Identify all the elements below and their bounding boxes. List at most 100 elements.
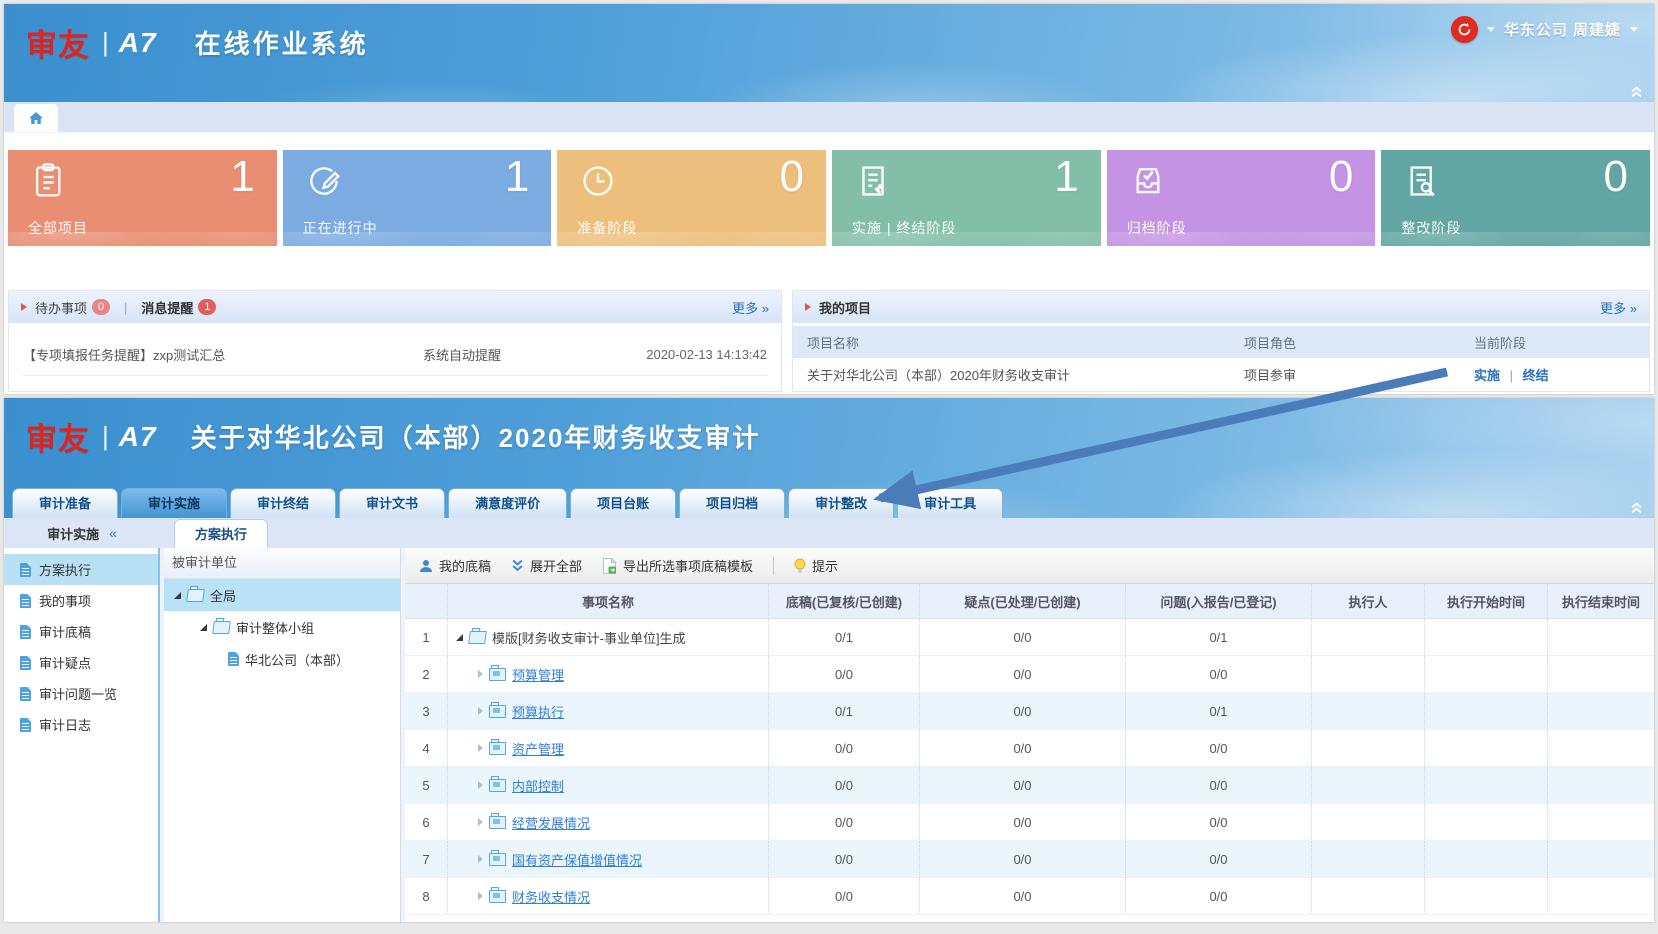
stat-card-archive[interactable]: 0 归档阶段 bbox=[1107, 150, 1376, 246]
tree-node-global[interactable]: 全局 bbox=[164, 579, 400, 611]
brand-divider: | bbox=[102, 27, 109, 58]
tree-panel-header: 被审计单位 bbox=[164, 548, 400, 579]
export-draft-template-button[interactable]: 导出所选事项底稿模板 bbox=[602, 556, 753, 575]
message-title[interactable]: 【专项填报任务提醒】zxp测试汇总 bbox=[23, 345, 423, 364]
tree-node-audit-group[interactable]: 审计整体小组 bbox=[164, 611, 400, 643]
expanded-arrow-icon[interactable] bbox=[200, 624, 207, 631]
table-row[interactable]: 2 预算管理 0/0 0/0 0/0 bbox=[405, 656, 1654, 693]
dashboard-header: 审友 | A7 在线作业系统 华东公司 周建婕 bbox=[4, 4, 1654, 102]
table-row[interactable]: 1 模版[财务收支审计-事业单位]生成 0/1 0/0 0/1 bbox=[405, 619, 1654, 656]
tab-audit-documents[interactable]: 审计文书 bbox=[339, 488, 445, 518]
column-matter-name: 事项名称 bbox=[448, 584, 769, 618]
project-window: 审友 | A7 关于对华北公司（本部）2020年财务收支审计 审计准备 审计实施… bbox=[4, 398, 1654, 922]
tab-satisfaction-evaluation[interactable]: 满意度评价 bbox=[448, 488, 567, 518]
open-folder-icon bbox=[186, 589, 205, 602]
tab-project-archive[interactable]: 项目归档 bbox=[679, 488, 785, 518]
matter-name-link[interactable]: 经营发展情况 bbox=[512, 813, 590, 832]
expanded-arrow-icon[interactable] bbox=[174, 592, 181, 599]
table-row[interactable]: 5 内部控制 0/0 0/0 0/0 bbox=[405, 767, 1654, 804]
matter-name-link[interactable]: 预算执行 bbox=[512, 702, 564, 721]
project-title: 关于对华北公司（本部）2020年财务收支审计 bbox=[191, 418, 761, 455]
collapsed-arrow-icon[interactable] bbox=[478, 892, 483, 900]
subtab-plan-execution[interactable]: 方案执行 bbox=[174, 519, 268, 549]
projects-table-header: 项目名称 项目角色 当前阶段 bbox=[793, 326, 1649, 358]
sidebar-item-audit-log[interactable]: 审计日志 bbox=[4, 709, 158, 740]
tab-message-reminder[interactable]: 消息提醒 1 bbox=[141, 298, 216, 317]
doubt-count: 0/0 bbox=[920, 656, 1126, 692]
expand-all-button[interactable]: 展开全部 bbox=[511, 556, 582, 575]
chevron-down-icon[interactable] bbox=[1630, 27, 1638, 32]
start-time bbox=[1425, 878, 1548, 914]
stage-link-implement[interactable]: 实施 bbox=[1474, 368, 1500, 383]
tab-audit-tools[interactable]: 审计工具 bbox=[897, 488, 1003, 518]
matter-name-link[interactable]: 国有资产保值增值情况 bbox=[512, 850, 642, 869]
sidebar-collapse-button[interactable]: « bbox=[109, 525, 117, 541]
stat-label: 准备阶段 bbox=[577, 218, 637, 238]
expanded-arrow-icon[interactable] bbox=[456, 634, 463, 641]
collapse-header-button[interactable] bbox=[1629, 85, 1644, 98]
tab-audit-rectification[interactable]: 审计整改 bbox=[788, 488, 894, 518]
my-drafts-button[interactable]: 我的底稿 bbox=[419, 556, 491, 575]
matter-name-link[interactable]: 内部控制 bbox=[512, 776, 564, 795]
tab-audit-conclusion[interactable]: 审计终结 bbox=[230, 488, 336, 518]
tree-node-label: 审计整体小组 bbox=[236, 618, 314, 637]
collapsed-arrow-icon[interactable] bbox=[478, 855, 483, 863]
stat-label: 实施 | 终结阶段 bbox=[852, 218, 956, 238]
tab-todo-items[interactable]: 待办事项 0 bbox=[35, 298, 110, 317]
sidebar-item-audit-issues[interactable]: 审计问题一览 bbox=[4, 678, 158, 709]
sidebar: 方案执行 我的事项 审计底稿 审计疑点 审计问题一览 审计日志 bbox=[4, 548, 160, 922]
stat-card-all-projects[interactable]: 1 全部项目 bbox=[8, 150, 277, 246]
table-row[interactable]: 4 资产管理 0/0 0/0 0/0 bbox=[405, 730, 1654, 767]
tab-project-ledger[interactable]: 项目台账 bbox=[570, 488, 676, 518]
stage-link-conclude[interactable]: 终结 bbox=[1523, 368, 1549, 383]
document-icon bbox=[20, 594, 31, 608]
collapsed-arrow-icon[interactable] bbox=[478, 818, 483, 826]
sidebar-item-label: 方案执行 bbox=[39, 560, 91, 579]
stat-cards: 1 全部项目 1 正在进行中 0 准备阶段 bbox=[4, 133, 1654, 246]
tab-audit-implementation[interactable]: 审计实施 bbox=[121, 488, 227, 518]
sidebar-item-audit-doubts[interactable]: 审计疑点 bbox=[4, 647, 158, 678]
matter-name-link[interactable]: 资产管理 bbox=[512, 739, 564, 758]
matter-name-link[interactable]: 财务收支情况 bbox=[512, 887, 590, 906]
message-list-item[interactable]: 【专项填报任务提醒】zxp测试汇总 系统自动提醒 2020-02-13 14:1… bbox=[23, 333, 767, 376]
stat-card-implementation[interactable]: 1 实施 | 终结阶段 bbox=[832, 150, 1101, 246]
message-count-badge: 1 bbox=[198, 299, 216, 315]
sidebar-item-plan-execution[interactable]: 方案执行 bbox=[4, 554, 158, 585]
table-row[interactable]: 8 财务收支情况 0/0 0/0 0/0 bbox=[405, 878, 1654, 915]
table-row[interactable]: 6 经营发展情况 0/0 0/0 0/0 bbox=[405, 804, 1654, 841]
tree-node-north-china-company[interactable]: 华北公司（本部） bbox=[164, 643, 400, 675]
tab-home[interactable] bbox=[14, 104, 58, 132]
stat-card-in-progress[interactable]: 1 正在进行中 bbox=[283, 150, 552, 246]
panel-title: 我的项目 bbox=[819, 298, 871, 317]
sidebar-item-my-matters[interactable]: 我的事项 bbox=[4, 585, 158, 616]
collapsed-arrow-icon[interactable] bbox=[478, 744, 483, 752]
executor bbox=[1312, 804, 1425, 840]
chevron-down-icon[interactable] bbox=[1487, 27, 1495, 32]
matter-name-link[interactable]: 预算管理 bbox=[512, 665, 564, 684]
issue-count: 0/0 bbox=[1126, 730, 1312, 766]
table-row[interactable]: 3 预算执行 0/1 0/0 0/1 bbox=[405, 693, 1654, 730]
tab-audit-preparation[interactable]: 审计准备 bbox=[12, 488, 118, 518]
stage-separator: | bbox=[1510, 368, 1513, 383]
project-row[interactable]: 关于对华北公司（本部）2020年财务收支审计 项目参审 实施 | 终结 bbox=[793, 358, 1649, 391]
table-row[interactable]: 7 国有资产保值增值情况 0/0 0/0 0/0 bbox=[405, 841, 1654, 878]
sidebar-item-audit-drafts[interactable]: 审计底稿 bbox=[4, 616, 158, 647]
column-issues: 问题(入报告/已登记) bbox=[1126, 584, 1312, 618]
folder-icon bbox=[489, 890, 506, 903]
stat-card-preparation[interactable]: 0 准备阶段 bbox=[557, 150, 826, 246]
pencil-circle-icon bbox=[305, 162, 343, 200]
collapsed-arrow-icon[interactable] bbox=[478, 670, 483, 678]
module-tabs: 审计准备 审计实施 审计终结 审计文书 满意度评价 项目台账 项目归档 审计整改… bbox=[12, 488, 1003, 518]
refresh-button[interactable] bbox=[1451, 16, 1478, 43]
more-link[interactable]: 更多 » bbox=[1600, 298, 1637, 317]
collapsed-arrow-icon[interactable] bbox=[478, 707, 483, 715]
collapsed-arrow-icon[interactable] bbox=[478, 781, 483, 789]
stat-card-rectification[interactable]: 0 整改阶段 bbox=[1381, 150, 1650, 246]
end-time bbox=[1548, 656, 1654, 692]
column-executor: 执行人 bbox=[1312, 584, 1425, 618]
collapse-header-button[interactable] bbox=[1629, 501, 1644, 514]
doubt-count: 0/0 bbox=[920, 804, 1126, 840]
user-menu[interactable]: 华东公司 周建婕 bbox=[1504, 19, 1621, 40]
tips-button[interactable]: 提示 bbox=[794, 556, 838, 575]
more-link[interactable]: 更多 » bbox=[732, 298, 769, 317]
